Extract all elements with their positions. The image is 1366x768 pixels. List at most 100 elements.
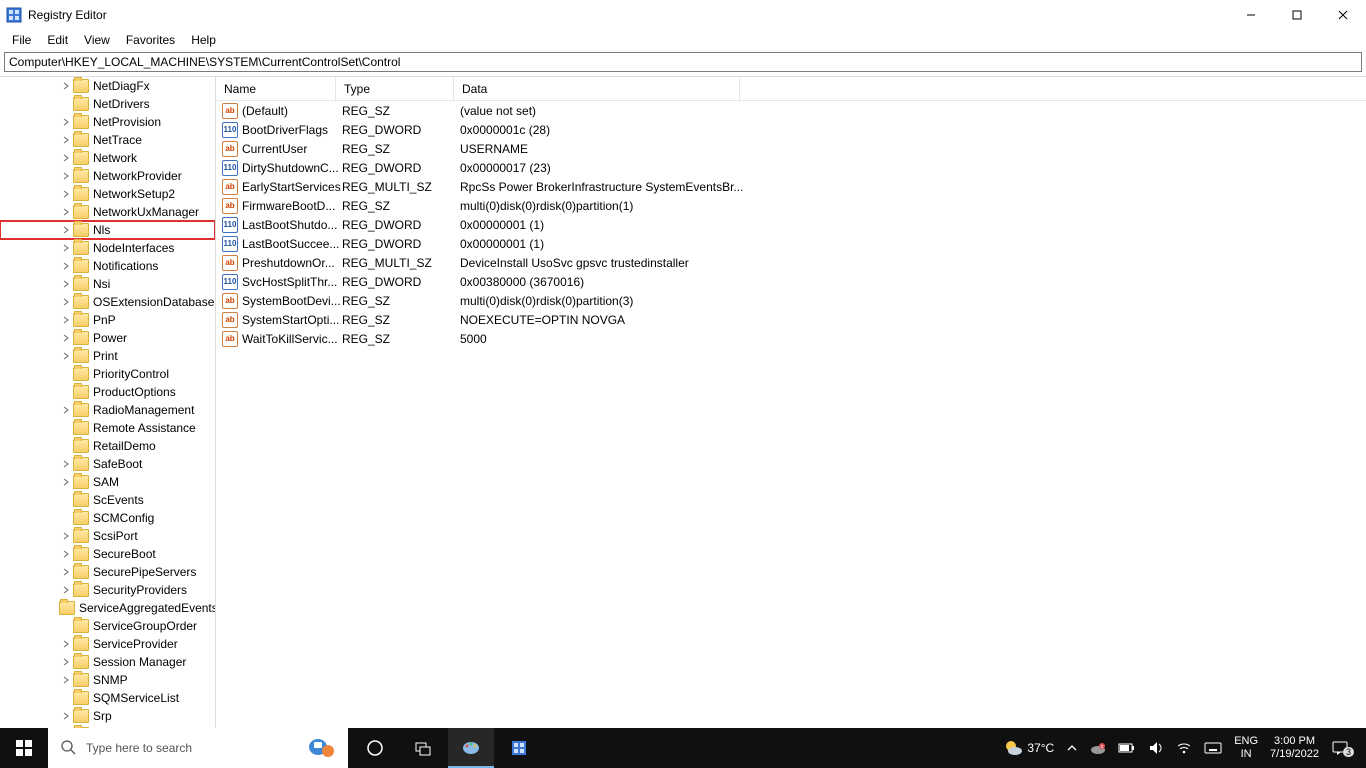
expander-icon[interactable] [59,169,73,183]
weather-widget[interactable]: 37°C [997,728,1060,768]
value-row[interactable]: 110DirtyShutdownC...REG_DWORD0x00000017 … [216,158,1366,177]
address-bar[interactable]: Computer\HKEY_LOCAL_MACHINE\SYSTEM\Curre… [4,52,1362,72]
value-row[interactable]: abWaitToKillServic...REG_SZ5000 [216,329,1366,348]
tree-item[interactable]: OSExtensionDatabase [0,293,215,311]
tree-item[interactable]: NetDrivers [0,95,215,113]
task-app-paint[interactable] [448,728,494,768]
tree-item[interactable]: NetTrace [0,131,215,149]
tree-item[interactable]: Remote Assistance [0,419,215,437]
expander-icon[interactable] [59,79,73,93]
expander-icon[interactable] [59,583,73,597]
expander-icon[interactable] [59,331,73,345]
tree-item[interactable]: NetworkUxManager [0,203,215,221]
expander-icon[interactable] [59,241,73,255]
menu-view[interactable]: View [76,31,118,49]
expander-icon[interactable] [59,475,73,489]
expander-icon[interactable] [59,259,73,273]
tree-item[interactable]: SafeBoot [0,455,215,473]
tree-item[interactable]: NodeInterfaces [0,239,215,257]
task-cortana[interactable] [352,728,398,768]
tree-item[interactable]: Nsi [0,275,215,293]
expander-icon[interactable] [59,709,73,723]
tree-item[interactable]: ServiceGroupOrder [0,617,215,635]
tree-item[interactable]: Network [0,149,215,167]
expander-icon[interactable] [59,205,73,219]
tree-item[interactable]: SecureBoot [0,545,215,563]
expander-icon[interactable] [59,403,73,417]
expander-icon[interactable] [59,673,73,687]
tree-item[interactable]: PnP [0,311,215,329]
task-app-regedit[interactable] [496,728,542,768]
tray-volume-icon[interactable] [1142,728,1170,768]
menu-help[interactable]: Help [183,31,224,49]
value-row[interactable]: abPreshutdownOr...REG_MULTI_SZDeviceInst… [216,253,1366,272]
tree-item[interactable]: NetworkProvider [0,167,215,185]
menu-favorites[interactable]: Favorites [118,31,183,49]
tree-item[interactable]: ServiceAggregatedEvents [0,599,215,617]
value-row[interactable]: abSystemBootDevi...REG_SZmulti(0)disk(0)… [216,291,1366,310]
minimize-button[interactable] [1228,0,1274,30]
tree-item[interactable]: SQMServiceList [0,689,215,707]
tree-item[interactable]: Session Manager [0,653,215,671]
tree-item[interactable]: SAM [0,473,215,491]
tree-item[interactable]: Print [0,347,215,365]
start-button[interactable] [0,728,48,768]
tray-keyboard-icon[interactable] [1198,728,1228,768]
expander-icon[interactable] [59,295,73,309]
tray-wifi-icon[interactable] [1170,728,1198,768]
tray-notifications[interactable]: 3 [1325,728,1366,768]
tree-item[interactable]: ScsiPort [0,527,215,545]
tray-chevron[interactable] [1060,728,1084,768]
value-row[interactable]: abCurrentUserREG_SZUSERNAME [216,139,1366,158]
expander-icon[interactable] [59,547,73,561]
value-row[interactable]: 110LastBootSuccee...REG_DWORD0x00000001 … [216,234,1366,253]
expander-icon[interactable] [59,655,73,669]
value-row[interactable]: abFirmwareBootD...REG_SZmulti(0)disk(0)r… [216,196,1366,215]
expander-icon[interactable] [59,277,73,291]
col-data[interactable]: Data [454,77,740,100]
expander-icon[interactable] [59,565,73,579]
tray-onedrive-icon[interactable]: x [1084,728,1112,768]
expander-icon[interactable] [59,133,73,147]
tray-clock[interactable]: 3:00 PM 7/19/2022 [1264,735,1325,761]
tree-item[interactable]: Notifications [0,257,215,275]
tree-scroll[interactable]: NetDiagFxNetDriversNetProvisionNetTraceN… [0,77,215,748]
col-name[interactable]: Name [216,77,336,100]
expander-icon[interactable] [59,529,73,543]
tree-item[interactable]: SecurePipeServers [0,563,215,581]
tree-item[interactable]: Nls [0,221,215,239]
expander-icon[interactable] [59,313,73,327]
tree-item[interactable]: SNMP [0,671,215,689]
tree-item[interactable]: ServiceProvider [0,635,215,653]
close-button[interactable] [1320,0,1366,30]
tree-item[interactable]: NetProvision [0,113,215,131]
tree-item[interactable]: ScEvents [0,491,215,509]
value-row[interactable]: 110BootDriverFlagsREG_DWORD0x0000001c (2… [216,120,1366,139]
menu-edit[interactable]: Edit [39,31,76,49]
value-row[interactable]: 110LastBootShutdo...REG_DWORD0x00000001 … [216,215,1366,234]
expander-icon[interactable] [59,115,73,129]
value-row[interactable]: ab(Default)REG_SZ(value not set) [216,101,1366,120]
tree-item[interactable]: SCMConfig [0,509,215,527]
tree-item[interactable]: SecurityProviders [0,581,215,599]
expander-icon[interactable] [59,637,73,651]
tree-item[interactable]: ProductOptions [0,383,215,401]
tray-battery-icon[interactable] [1112,728,1142,768]
tree-item[interactable]: Power [0,329,215,347]
col-type[interactable]: Type [336,77,454,100]
tray-language[interactable]: ENG IN [1228,735,1264,761]
expander-icon[interactable] [59,223,73,237]
tree-item[interactable]: NetworkSetup2 [0,185,215,203]
expander-icon[interactable] [59,349,73,363]
task-taskview[interactable] [400,728,446,768]
value-row[interactable]: abSystemStartOpti...REG_SZ NOEXECUTE=OPT… [216,310,1366,329]
expander-icon[interactable] [59,457,73,471]
tree-item[interactable]: Srp [0,707,215,725]
tree-item[interactable]: NetDiagFx [0,77,215,95]
expander-icon[interactable] [59,187,73,201]
search-box[interactable]: Type here to search [48,728,348,768]
expander-icon[interactable] [59,151,73,165]
tree-item[interactable]: RetailDemo [0,437,215,455]
value-row[interactable]: 110SvcHostSplitThr...REG_DWORD0x00380000… [216,272,1366,291]
tree-item[interactable]: PriorityControl [0,365,215,383]
